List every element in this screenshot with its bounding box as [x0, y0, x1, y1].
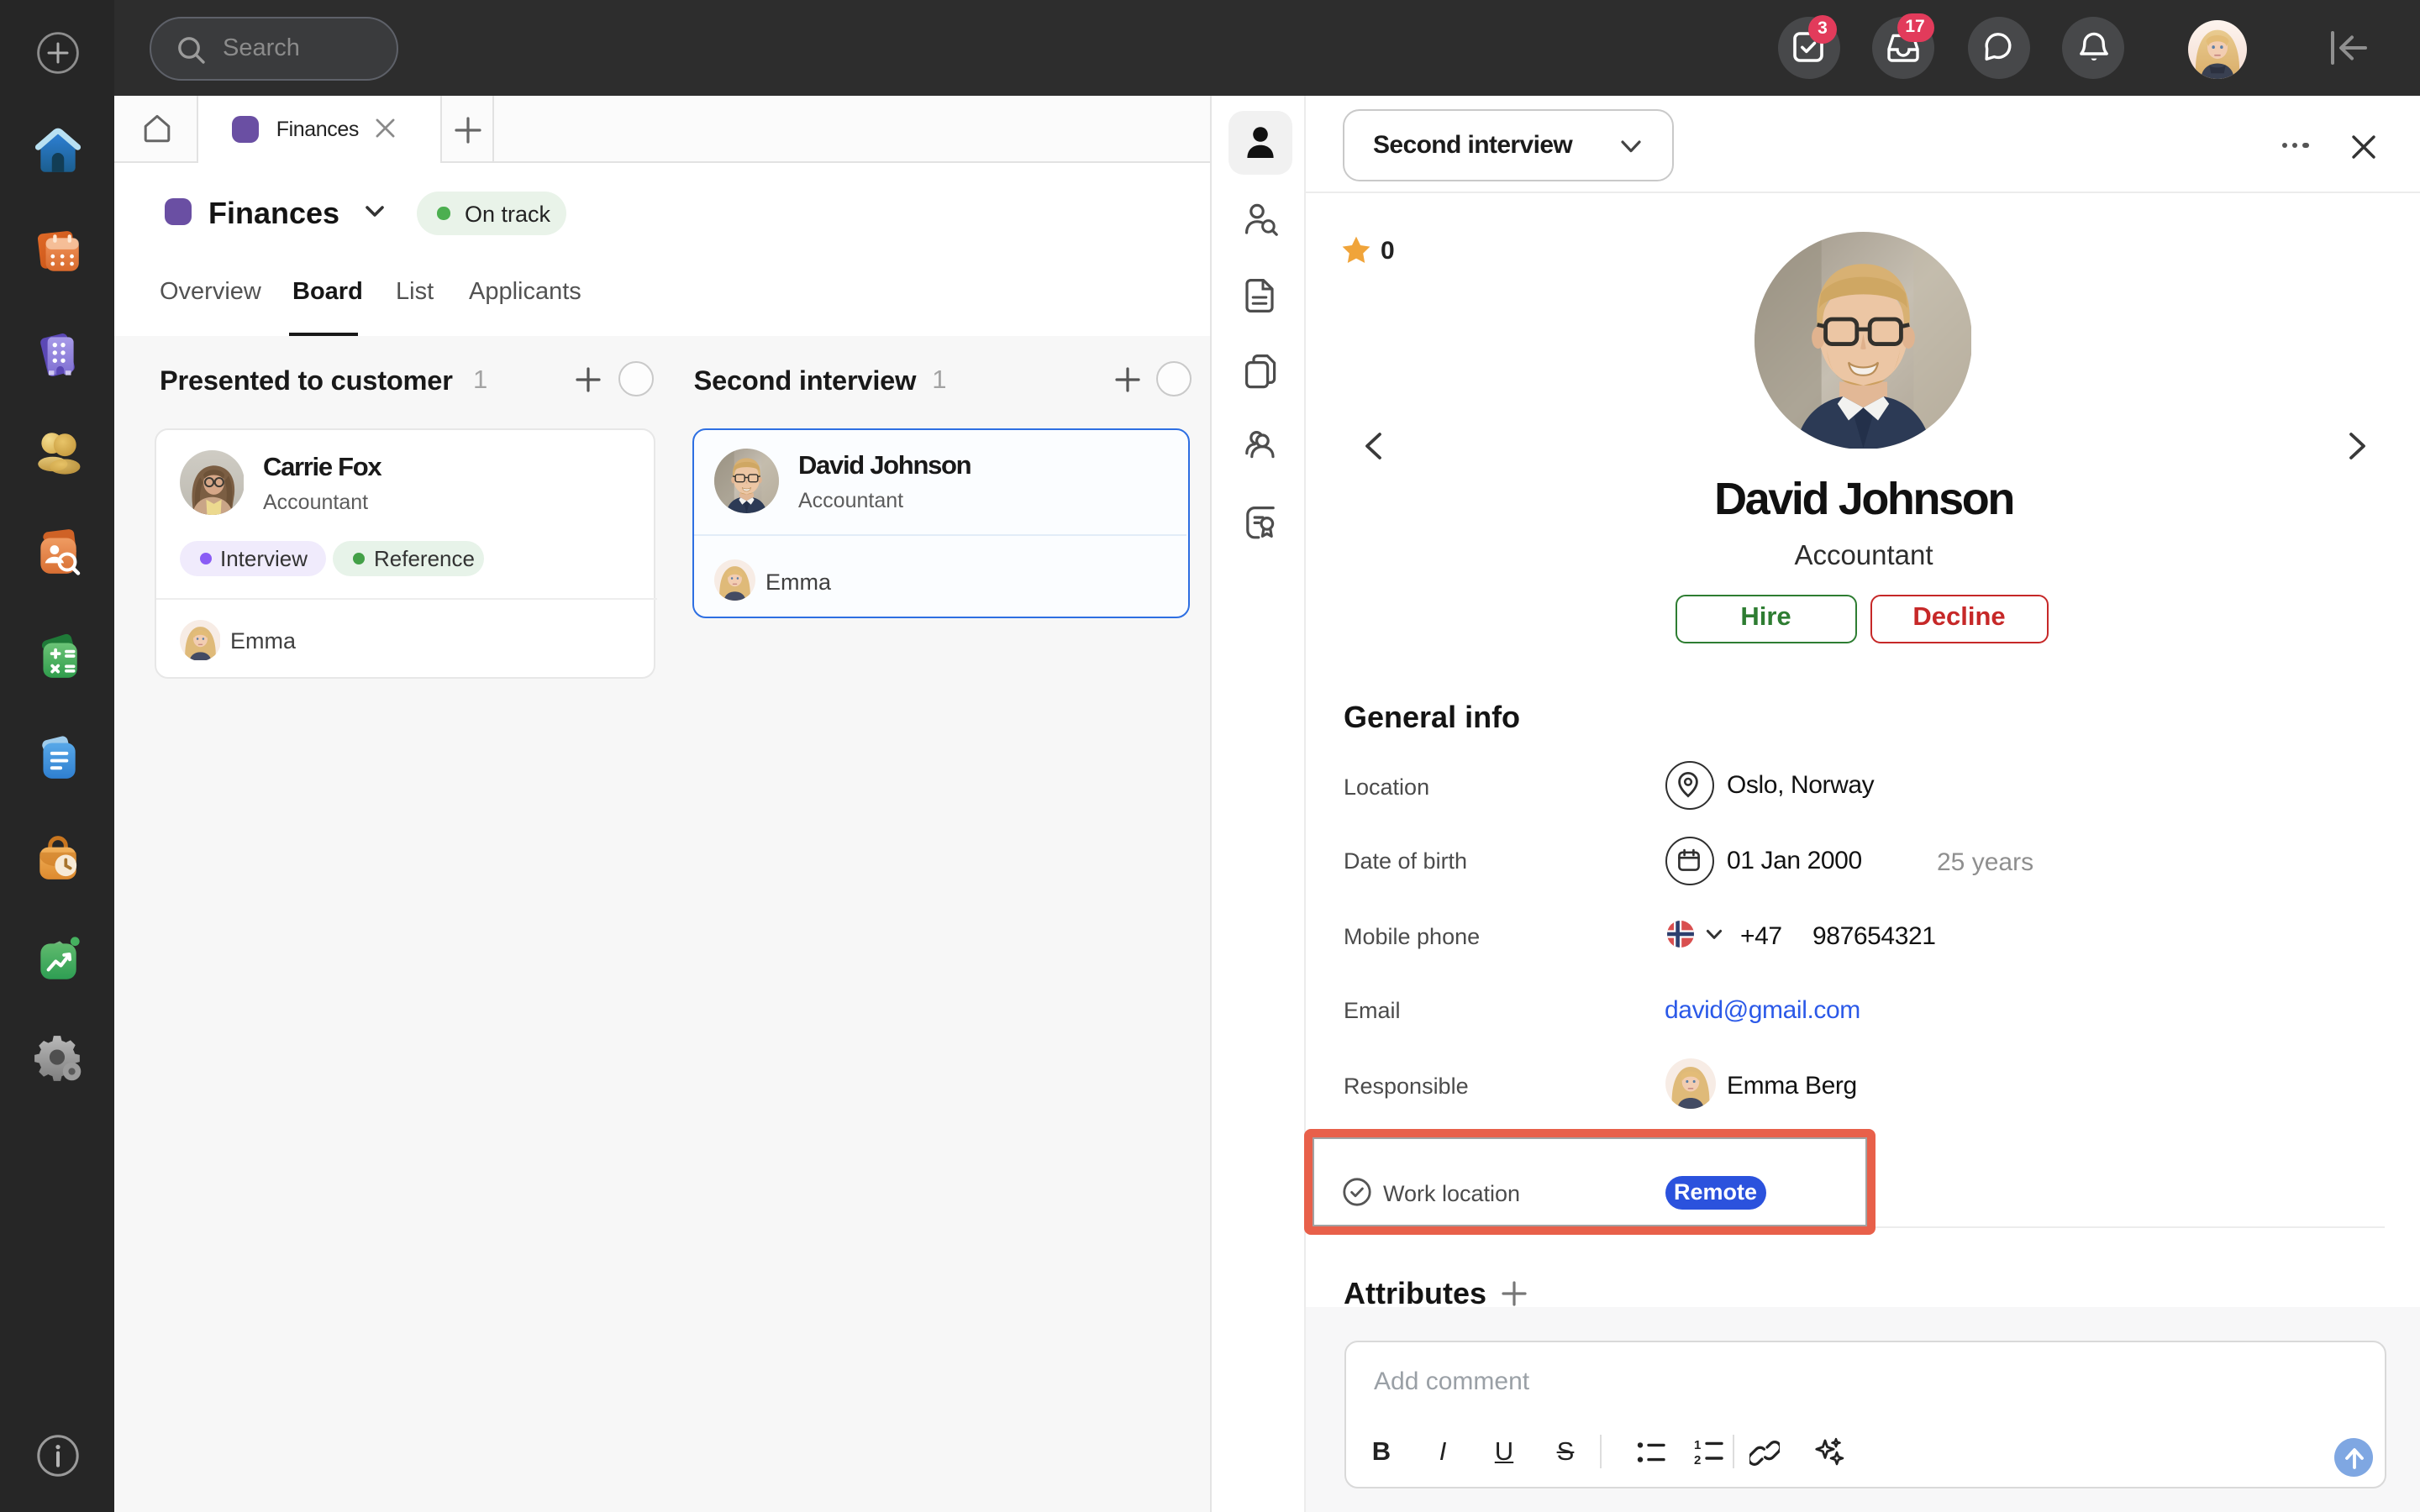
svg-text:2: 2 — [1693, 1453, 1700, 1465]
svg-text:1: 1 — [1693, 1438, 1700, 1452]
